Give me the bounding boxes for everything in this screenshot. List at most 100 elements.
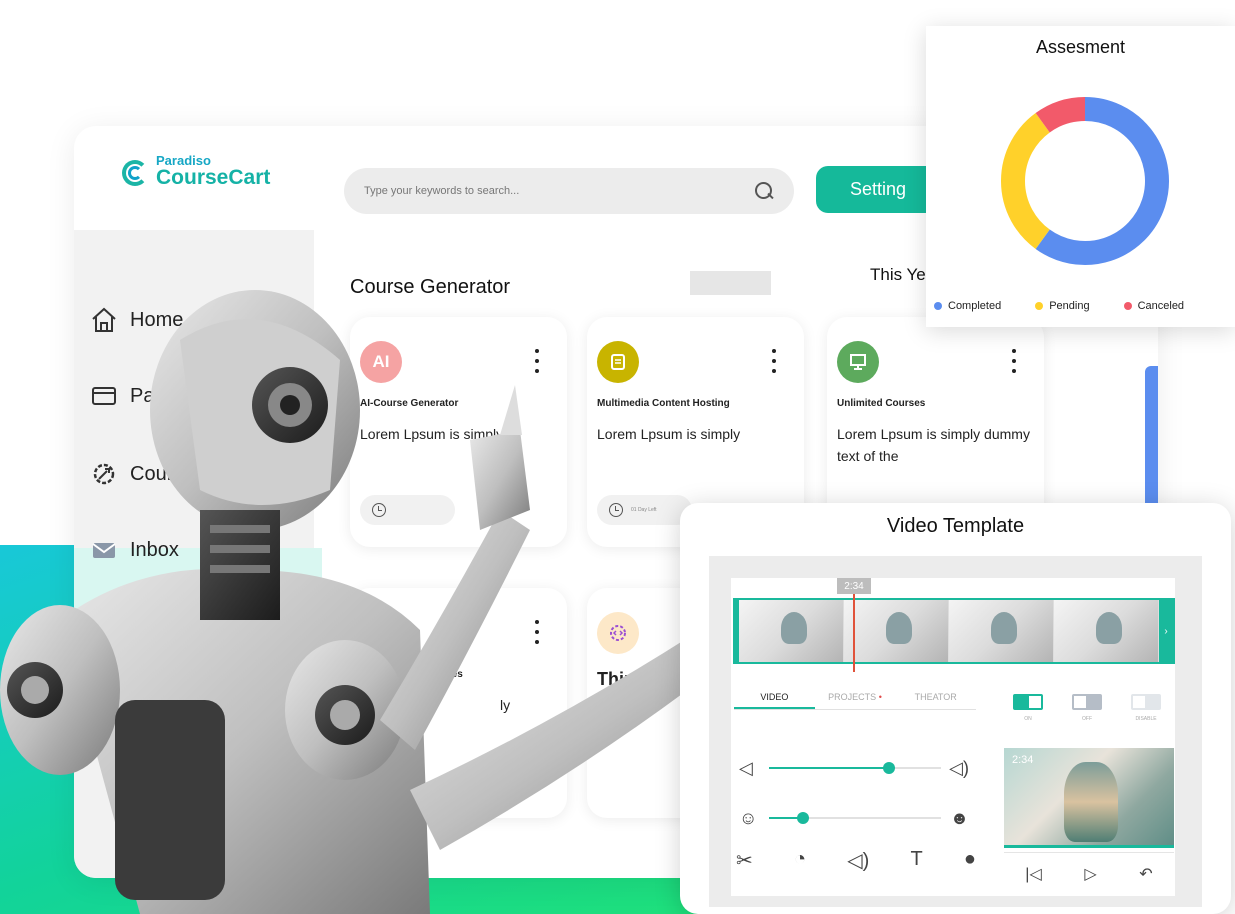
card-icon bbox=[90, 382, 118, 410]
legend-label: Completed bbox=[948, 300, 1002, 312]
clock-icon bbox=[372, 503, 386, 517]
search-icon[interactable] bbox=[754, 181, 774, 201]
timeline-strip[interactable]: › bbox=[733, 598, 1175, 664]
course-card[interactable]: ypes ly bbox=[350, 588, 567, 818]
sidebar: Home Payments Courses Inbox bbox=[74, 230, 322, 878]
playhead[interactable] bbox=[853, 594, 855, 672]
volume-low-icon: ◁ bbox=[739, 758, 753, 778]
toggle-on[interactable]: ON bbox=[1013, 694, 1043, 722]
presentation-icon bbox=[837, 341, 879, 383]
donut-segment-completed[interactable] bbox=[1035, 97, 1169, 265]
sidebar-item-home[interactable]: Home bbox=[90, 306, 183, 334]
editor-toolbar: ✂ ◔ ◁) T ● bbox=[736, 848, 976, 873]
timeline-frame[interactable] bbox=[949, 600, 1054, 662]
preview-progress bbox=[1004, 845, 1174, 848]
sidebar-item-inbox[interactable]: Inbox bbox=[90, 536, 179, 564]
clock-icon bbox=[609, 503, 623, 517]
speedometer-icon[interactable]: ◔ bbox=[794, 848, 806, 873]
volume-high-icon: ◁) bbox=[949, 758, 969, 778]
preview-controls: |◁ ▷ ↶ bbox=[1004, 852, 1174, 894]
sidebar-item-label: Inbox bbox=[130, 538, 179, 561]
legend-label: Pending bbox=[1049, 300, 1090, 312]
document-icon bbox=[597, 341, 639, 383]
legend-label: Canceled bbox=[1137, 300, 1185, 312]
tab-projects[interactable]: PROJECTS • bbox=[815, 690, 896, 709]
code-gear-icon bbox=[597, 612, 639, 654]
undo-icon[interactable]: ↶ bbox=[1139, 864, 1152, 884]
layers-icon bbox=[360, 612, 402, 654]
color-circles-icon[interactable]: ● bbox=[964, 848, 976, 873]
course-card[interactable]: AI AI-Course Generator Lorem Lpsum is si… bbox=[350, 317, 567, 547]
preview-timestamp: 2:34 bbox=[1012, 754, 1034, 766]
robot-face-icon: ☺ bbox=[739, 808, 758, 828]
play-icon[interactable]: ▷ bbox=[1084, 864, 1096, 884]
ai-icon: AI bbox=[360, 341, 402, 383]
scroll-indicator[interactable] bbox=[1145, 366, 1158, 526]
search-input[interactable] bbox=[364, 185, 754, 197]
home-icon bbox=[90, 306, 118, 334]
logo-line2: CourseCart bbox=[156, 166, 271, 189]
assessment-legend: Completed Pending Canceled bbox=[934, 300, 1218, 312]
timeline-frame[interactable] bbox=[739, 600, 844, 662]
card-description: Lorem Lpsum is simply dummy text of the bbox=[837, 426, 1030, 464]
skip-back-icon[interactable]: |◁ bbox=[1025, 864, 1041, 884]
days-left-text: 01 Day Left bbox=[631, 507, 657, 513]
timeline-frame[interactable] bbox=[1054, 600, 1159, 662]
timeline-timestamp: 2:34 bbox=[837, 578, 871, 594]
card-title: ypes bbox=[440, 669, 463, 680]
legend-dot bbox=[1123, 302, 1132, 310]
legend-dot bbox=[1035, 302, 1044, 310]
sidebar-item-label: Courses bbox=[130, 462, 205, 485]
tab-theator[interactable]: THEATOR bbox=[895, 690, 976, 709]
more-icon[interactable] bbox=[772, 349, 776, 375]
more-icon[interactable] bbox=[535, 620, 539, 646]
sidebar-item-label: Home bbox=[130, 308, 184, 331]
more-icon[interactable] bbox=[1012, 349, 1016, 375]
sidebar-item-courses[interactable]: Courses bbox=[90, 460, 204, 488]
scissors-icon[interactable]: ✂ bbox=[736, 848, 753, 873]
animal-face-icon: ☻ bbox=[950, 808, 969, 828]
video-editor-frame: 2:34 › VIDEO PROJECTS • THEATOR ON OFF D… bbox=[709, 556, 1202, 907]
logo[interactable]: Paradiso CourseCart bbox=[118, 154, 270, 188]
toggle-group: ON OFF DISABLE bbox=[1013, 694, 1161, 722]
tab-video[interactable]: VIDEO bbox=[734, 690, 815, 709]
video-title: Video Template bbox=[886, 515, 1025, 537]
section-title: Course Generator bbox=[350, 276, 511, 298]
volume-slider[interactable]: ◁ ◁) bbox=[739, 758, 969, 778]
assessment-title: Assesment bbox=[1035, 37, 1126, 57]
donut-segment-pending[interactable] bbox=[1001, 113, 1051, 249]
editor-tabs: VIDEO PROJECTS • THEATOR bbox=[734, 690, 976, 710]
pitch-slider[interactable]: ☺ ☻ bbox=[739, 808, 969, 828]
more-icon[interactable] bbox=[535, 349, 539, 375]
filter-placeholder[interactable] bbox=[690, 271, 771, 295]
pitch-knob[interactable] bbox=[797, 812, 810, 824]
toggle-disable: DISABLE bbox=[1131, 694, 1161, 722]
logo-icon bbox=[118, 154, 152, 188]
timeline-next-icon[interactable]: › bbox=[1159, 600, 1173, 662]
timeline-frame[interactable] bbox=[844, 600, 949, 662]
assessment-donut-chart bbox=[1001, 97, 1169, 265]
gear-wrench-icon bbox=[90, 460, 118, 488]
legend-dot bbox=[934, 302, 942, 310]
card-title: Unlimited Courses bbox=[837, 398, 926, 409]
card-description: Lorem Lpsum is simply bbox=[597, 426, 741, 442]
days-left-pill bbox=[360, 495, 455, 525]
volume-knob[interactable] bbox=[883, 762, 896, 774]
speaker-icon[interactable]: ◁) bbox=[847, 848, 869, 873]
card-description: Lorem Lpsum is simply bbox=[360, 426, 504, 442]
card-title: Multimedia Content Hosting bbox=[597, 398, 730, 409]
legend-item-pending[interactable]: Pending bbox=[1035, 300, 1090, 312]
assessment-panel: Assesment Completed Pending Canceled bbox=[926, 26, 1235, 327]
legend-item-canceled[interactable]: Canceled bbox=[1123, 300, 1185, 312]
search-bar[interactable] bbox=[344, 168, 794, 214]
card-title: AI-Course Generator bbox=[360, 398, 459, 409]
donut-segment-canceled[interactable] bbox=[1035, 97, 1086, 133]
toggle-off[interactable]: OFF bbox=[1072, 694, 1102, 722]
sidebar-item-label: Payments bbox=[130, 384, 219, 407]
video-preview[interactable]: 2:34 bbox=[1004, 748, 1174, 848]
text-icon[interactable]: T bbox=[910, 848, 922, 873]
days-left-pill: 01 Day Left bbox=[597, 495, 692, 525]
video-editor: 2:34 › VIDEO PROJECTS • THEATOR ON OFF D… bbox=[731, 578, 1175, 896]
sidebar-item-payments[interactable]: Payments bbox=[90, 382, 219, 410]
legend-item-completed[interactable]: Completed bbox=[934, 300, 1001, 312]
